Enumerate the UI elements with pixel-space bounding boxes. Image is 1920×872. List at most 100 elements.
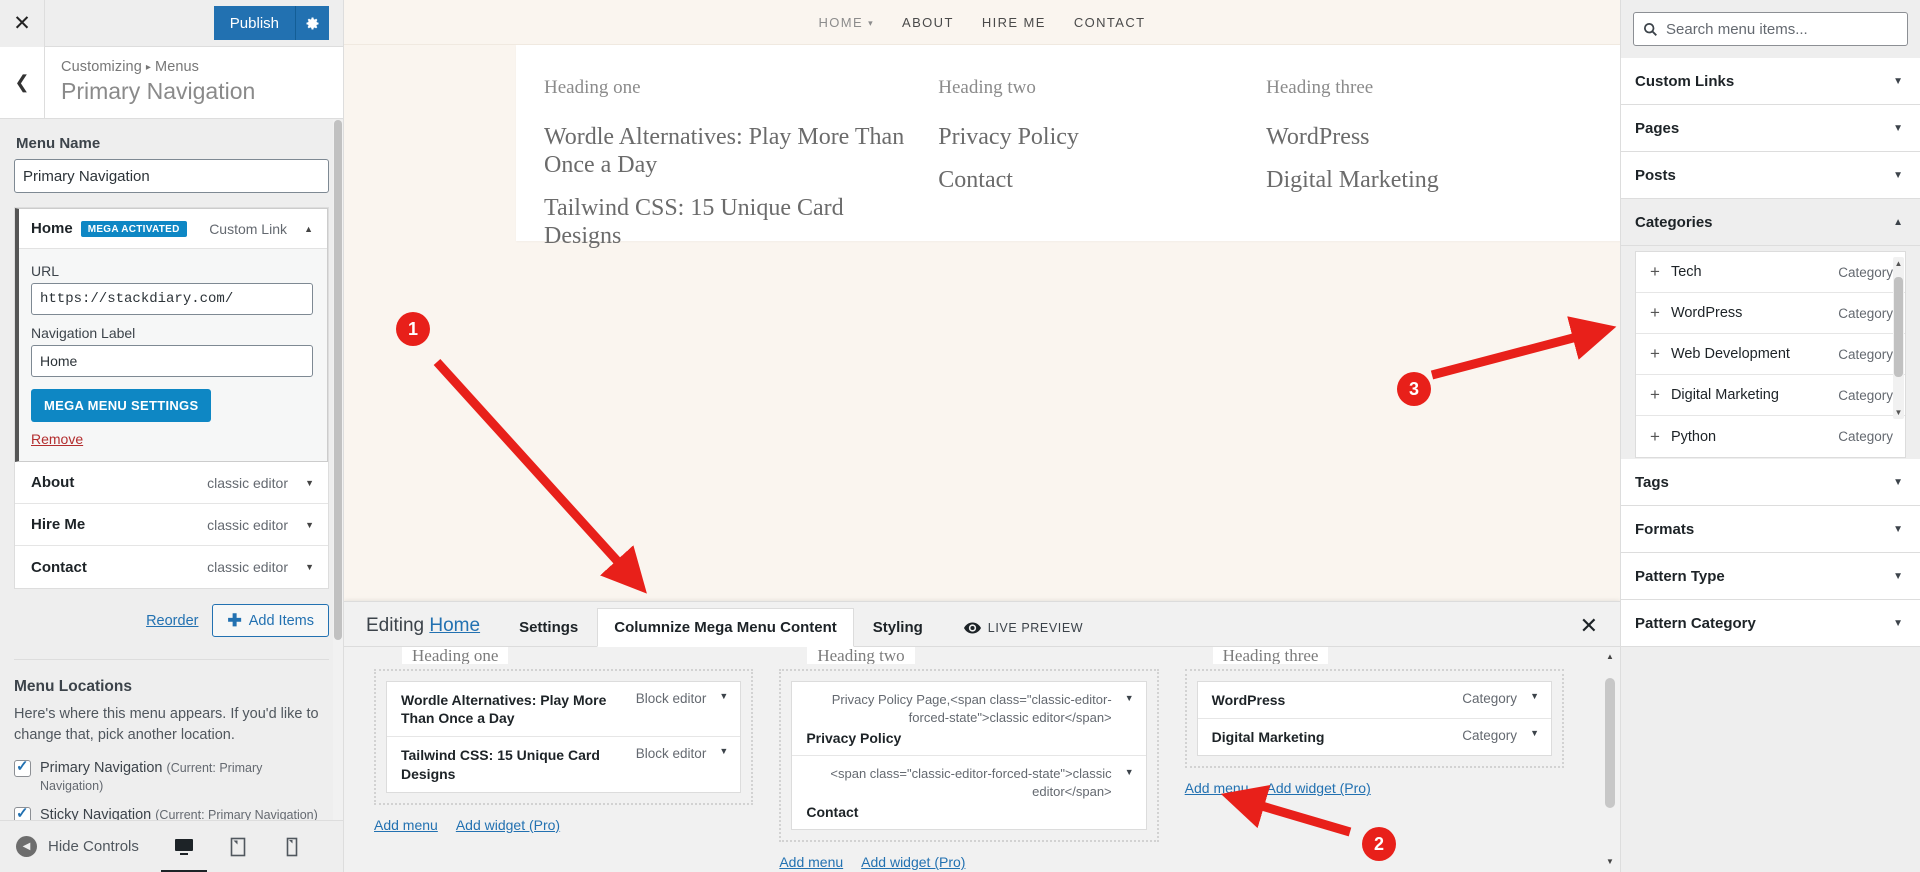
widget-name: Contact [806,804,859,821]
plus-icon: ✚ [227,611,242,630]
column-two-dropzone[interactable]: Privacy Policy Page,<span class="classic… [779,669,1159,843]
breadcrumb-current[interactable]: Menus [155,59,199,75]
column-three-dropzone[interactable]: WordPress Category ▼ Digital Marketing C… [1184,669,1564,769]
customizer-scrollbar-thumb[interactable] [334,120,342,640]
url-input[interactable] [31,283,313,315]
mega-link[interactable]: Tailwind CSS: 15 Unique Card Designs [544,194,912,250]
menu-item-contact[interactable]: Contact classic editor ▼ [15,546,328,588]
scroll-down-icon[interactable]: ▼ [1894,408,1903,417]
nav-item-hire-me[interactable]: HIRE ME [982,15,1046,30]
menu-name-input[interactable] [14,159,329,193]
chevron-down-icon[interactable]: ▼ [1525,691,1539,701]
chevron-down-icon[interactable]: ▼ [1525,728,1539,738]
accordion-pattern-type[interactable]: Pattern Type ▼ [1621,553,1920,600]
categories-scrollbar[interactable]: ▲ ▼ [1893,257,1904,419]
chevron-down-icon[interactable]: ▼ [288,520,314,530]
accordion-title: Pattern Type [1635,567,1725,585]
menu-item-hire-me[interactable]: Hire Me classic editor ▼ [15,504,328,546]
editor-widget-row[interactable]: Wordle Alternatives: Play More Than Once… [387,682,741,738]
live-preview-toggle[interactable]: LIVE PREVIEW [963,621,1083,646]
add-item-python[interactable]: + Python Category [1636,416,1905,457]
chevron-down-icon[interactable]: ▼ [1125,692,1134,704]
mega-link[interactable]: Wordle Alternatives: Play More Than Once… [544,123,912,179]
chevron-down-icon[interactable]: ▼ [1125,766,1134,778]
nav-item-contact[interactable]: CONTACT [1074,15,1146,30]
breadcrumb-root[interactable]: Customizing [61,59,142,75]
editor-widget-row[interactable]: Tailwind CSS: 15 Unique Card Designs Blo… [387,737,740,791]
tablet-icon[interactable] [225,833,251,861]
accordion-formats[interactable]: Formats ▼ [1621,506,1920,553]
chevron-down-icon[interactable]: ▼ [714,746,728,756]
search-input[interactable] [1666,20,1898,38]
gear-icon[interactable] [295,6,329,40]
accordion-posts[interactable]: Posts ▼ [1621,152,1920,199]
tab-columnize-mega-menu-content[interactable]: Columnize Mega Menu Content [597,608,854,647]
add-item-digital-marketing[interactable]: + Digital Marketing Category [1636,375,1905,416]
chevron-down-icon[interactable]: ▼ [714,691,728,701]
mobile-icon[interactable] [279,833,305,861]
editing-target-link[interactable]: Home [429,615,480,636]
menu-item-label: Hire Me [31,516,86,533]
menu-item-home-header[interactable]: Home MEGA ACTIVATED Custom Link ▲ [19,209,327,249]
checkbox-icon[interactable] [14,757,31,778]
add-widget-pro-link[interactable]: Add widget (Pro) [1266,780,1370,796]
add-item-wordpress[interactable]: + WordPress Category [1636,293,1905,334]
item-name: Tech [1670,264,1702,280]
remove-link[interactable]: Remove [31,431,313,447]
desktop-icon[interactable] [161,833,207,872]
publish-button[interactable]: Publish [213,6,295,40]
chevron-down-icon[interactable]: ▼ [288,478,314,488]
reorder-button[interactable]: Reorder [146,613,198,629]
add-menu-link[interactable]: Add menu [374,817,438,833]
accordion-custom-links[interactable]: Custom Links ▼ [1621,58,1920,105]
customizer-topbar: ✕ Publish [0,0,343,47]
location-checkbox-primary-navigation[interactable]: Primary Navigation (Current: Primary Nav… [14,757,329,795]
customizer-scrollbar[interactable] [333,120,343,820]
close-icon[interactable]: ✕ [0,0,45,47]
add-menu-link[interactable]: Add menu [779,854,843,870]
checkbox-icon[interactable] [14,804,31,820]
mega-link[interactable]: Privacy Policy [938,123,1240,151]
tab-settings[interactable]: Settings [502,608,596,646]
scroll-up-icon[interactable]: ▲ [1605,652,1615,661]
editor-widget-row[interactable]: <span class="classic-editor-forced-state… [792,756,1145,829]
column-three-ghost-heading: Heading three [1212,647,1329,664]
accordion-tags[interactable]: Tags ▼ [1621,459,1920,506]
add-menu-link[interactable]: Add menu [1185,780,1249,796]
chevron-up-icon[interactable]: ▲ [287,224,313,234]
scroll-up-icon[interactable]: ▲ [1894,259,1903,268]
add-items-button[interactable]: ✚ Add Items [212,604,329,637]
scroll-down-icon[interactable]: ▼ [1605,857,1615,866]
editor-widget-row[interactable]: Digital Marketing Category ▼ [1198,719,1551,755]
accordion-categories[interactable]: Categories ▲ [1621,199,1920,246]
editor-column-three: Heading three WordPress Category ▼ Digit… [1184,647,1590,872]
location-checkbox-sticky-navigation[interactable]: Sticky Navigation (Current: Primary Navi… [14,804,329,820]
mega-link[interactable]: Digital Marketing [1266,166,1568,194]
categories-scrollbar-thumb[interactable] [1894,277,1903,377]
editor-widget-row[interactable]: WordPress Category ▼ [1197,682,1551,720]
column-one-dropzone[interactable]: Wordle Alternatives: Play More Than Once… [374,669,754,805]
nav-item-about[interactable]: ABOUT [902,15,954,30]
navigation-label-input[interactable] [31,345,313,377]
add-item-tech[interactable]: + Tech Category [1636,252,1905,293]
editor-widget-row[interactable]: Privacy Policy Page,<span class="classic… [792,682,1146,757]
mega-editor-scrollbar-thumb[interactable] [1605,678,1615,808]
add-item-web-development[interactable]: + Web Development Category [1636,334,1905,375]
mega-menu-settings-button[interactable]: MEGA MENU SETTINGS [31,389,212,422]
chevron-down-icon[interactable]: ▼ [288,562,314,572]
chevron-left-icon[interactable]: ❮ [0,47,45,118]
hide-controls-button[interactable]: ◀ Hide Controls [16,836,139,857]
search-box[interactable] [1633,12,1908,46]
close-icon[interactable]: ✕ [1580,613,1598,639]
search-icon [1643,22,1657,36]
menu-item-about[interactable]: About classic editor ▼ [15,462,328,504]
tab-styling[interactable]: Styling [855,608,940,646]
mega-link[interactable]: Contact [938,166,1240,194]
nav-item-home[interactable]: HOME ▾ [819,15,875,30]
accordion-pattern-category[interactable]: Pattern Category ▼ [1621,600,1920,647]
mega-editor-scrollbar[interactable]: ▲ ▼ [1604,652,1616,866]
add-widget-pro-link[interactable]: Add widget (Pro) [861,854,965,870]
mega-link[interactable]: WordPress [1266,123,1568,151]
add-widget-pro-link[interactable]: Add widget (Pro) [456,817,560,833]
accordion-pages[interactable]: Pages ▼ [1621,105,1920,152]
